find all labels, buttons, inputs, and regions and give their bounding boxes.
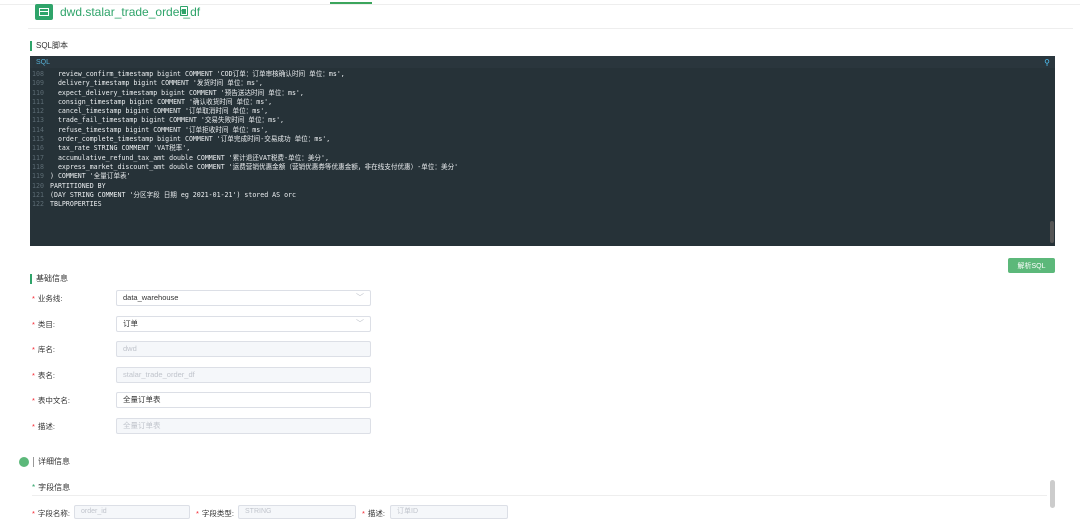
- sql-line: 119 ) COMMENT '全量订单表': [30, 172, 1055, 181]
- form-label: * 表中文名:: [32, 395, 71, 405]
- business-line-select[interactable]: data_warehouse ﹀: [116, 290, 371, 306]
- category-select[interactable]: 订单 ﹀: [116, 316, 371, 332]
- heading-bar: [33, 456, 34, 467]
- sql-line: 109 delivery_timestamp bigint COMMENT '发…: [30, 79, 1055, 88]
- form-label: * 类目:: [32, 319, 56, 329]
- sql-line: 118 express_market_discount_amt double C…: [30, 163, 1055, 172]
- table-icon: [35, 4, 53, 20]
- sql-editor-header: SQL ⚲: [30, 56, 1055, 68]
- detail-info-heading-text: 详细信息: [38, 457, 70, 466]
- sql-line-number: 116: [32, 144, 44, 153]
- sql-line: 110 expect_delivery_timestamp bigint COM…: [30, 89, 1055, 98]
- form-row-business-line: * 业务线:: [32, 290, 117, 306]
- sql-line: 116 tax_rate STRING COMMENT 'VAT税率',: [30, 144, 1055, 153]
- sql-line-number: 118: [32, 162, 44, 171]
- sql-line: 121 (DAY STRING COMMENT '分区字段 日期 eg 2021-…: [30, 191, 1055, 200]
- field-type-label: * 字段类型:: [196, 508, 235, 518]
- table-cn-name-input[interactable]: 全量订单表: [116, 392, 371, 408]
- sql-line-code: TBLPROPERTIES: [50, 200, 102, 209]
- field-desc-input[interactable]: 订单ID: [390, 505, 508, 519]
- sql-editor-label: SQL: [36, 58, 51, 66]
- db-name-input: dwd: [116, 341, 371, 357]
- sql-line-code: consign_timestamp bigint COMMENT '确认收货时间…: [50, 97, 273, 106]
- field-info-heading: * 字段信息: [32, 483, 71, 492]
- form-label: * 表名:: [32, 370, 56, 380]
- basic-info-heading: 基础信息: [30, 273, 68, 284]
- form-label: * 描述:: [32, 421, 56, 431]
- form-label: * 库名:: [32, 344, 56, 354]
- chevron-down-icon: ﹀: [356, 293, 364, 302]
- sql-line: 117 accumulative_refund_tax_amt double C…: [30, 154, 1055, 163]
- sql-line-number: 108: [32, 70, 44, 78]
- heading-bar: [30, 273, 32, 284]
- form-row-category: * 类目:: [32, 316, 117, 332]
- sql-line-code: (DAY STRING COMMENT '分区字段 日期 eg 2021-01-…: [50, 190, 296, 199]
- sql-line-number: 120: [32, 181, 44, 190]
- sql-line-code: expect_delivery_timestamp bigint COMMENT…: [50, 88, 304, 97]
- field-name-input[interactable]: order_id: [74, 505, 190, 519]
- field-type-input[interactable]: STRING: [238, 505, 356, 519]
- sql-line-number: 109: [32, 79, 44, 88]
- sql-line-code: accumulative_refund_tax_amt double COMME…: [50, 153, 329, 162]
- sql-line-code: review_confirm_timestamp bigint COMMENT …: [50, 70, 345, 78]
- sql-line-number: 110: [32, 88, 44, 97]
- sql-line-number: 112: [32, 107, 44, 116]
- sql-line-code: ) COMMENT '全量订单表': [50, 172, 131, 181]
- description-input: 全量订单表: [116, 418, 371, 434]
- field-name-label: * 字段名称:: [32, 508, 71, 518]
- section-divider: [32, 495, 1047, 496]
- detail-toggle-icon[interactable]: [19, 457, 29, 467]
- basic-info-heading-text: 基础信息: [36, 274, 68, 283]
- page-scrollbar[interactable]: [1050, 480, 1055, 508]
- copy-icon[interactable]: [180, 6, 188, 16]
- sql-line-code: PARTITIONED BY: [50, 181, 106, 190]
- detail-info-heading: 详细信息: [33, 456, 70, 467]
- form-row-table-name: * 表名:: [32, 367, 117, 383]
- field-desc-label: * 描述:: [362, 508, 386, 518]
- sql-line-number: 115: [32, 135, 44, 144]
- sql-line-number: 113: [32, 116, 44, 125]
- sql-editor[interactable]: SQL ⚲ 108 review_confirm_timestamp bigin…: [30, 56, 1055, 246]
- sql-section-heading: SQL脚本: [30, 40, 68, 51]
- chevron-down-icon: ﹀: [356, 319, 364, 328]
- title-divider: [28, 28, 1073, 29]
- sql-line: 108 review_confirm_timestamp bigint COMM…: [30, 70, 1055, 79]
- sql-line-code: trade_fail_timestamp bigint COMMENT '交易失…: [50, 116, 285, 125]
- sql-line: 113 trade_fail_timestamp bigint COMMENT …: [30, 116, 1055, 125]
- sql-code-lines: 108 review_confirm_timestamp bigint COMM…: [30, 68, 1055, 209]
- table-name-input: stalar_trade_order_df: [116, 367, 371, 383]
- parse-sql-button[interactable]: 解析SQL: [1008, 258, 1055, 273]
- sql-line-number: 121: [32, 190, 44, 199]
- sql-line-number: 111: [32, 97, 44, 106]
- sql-line-code: order_complete_timestamp bigint COMMENT …: [50, 135, 331, 144]
- sql-line-code: delivery_timestamp bigint COMMENT '发货时间 …: [50, 79, 263, 88]
- sql-line-number: 114: [32, 125, 44, 134]
- sql-line-code: refuse_timestamp bigint COMMENT '订单拒收时间 …: [50, 125, 269, 134]
- form-row-description: * 描述:: [32, 418, 117, 434]
- sql-line-number: 122: [32, 200, 44, 209]
- sql-heading-text: SQL脚本: [36, 41, 69, 50]
- pin-icon[interactable]: ⚲: [1044, 58, 1050, 67]
- form-row-db-name: * 库名:: [32, 341, 117, 357]
- sql-line-number: 117: [32, 153, 44, 162]
- sql-scrollbar[interactable]: [1050, 221, 1054, 243]
- sql-line-code: express_market_discount_amt double COMME…: [50, 162, 459, 171]
- heading-bar: [30, 40, 32, 51]
- sql-line: 114 refuse_timestamp bigint COMMENT '订单拒…: [30, 126, 1055, 135]
- sql-line-number: 119: [32, 172, 44, 181]
- form-label: * 业务线:: [32, 293, 63, 303]
- form-row-table-cn-name: * 表中文名:: [32, 392, 117, 408]
- sql-line-code: tax_rate STRING COMMENT 'VAT税率',: [50, 144, 191, 153]
- sql-line: 122 TBLPROPERTIES: [30, 200, 1055, 209]
- sql-line: 115 order_complete_timestamp bigint COMM…: [30, 135, 1055, 144]
- sql-line: 120 PARTITIONED BY: [30, 182, 1055, 191]
- sql-line: 111 consign_timestamp bigint COMMENT '确认…: [30, 98, 1055, 107]
